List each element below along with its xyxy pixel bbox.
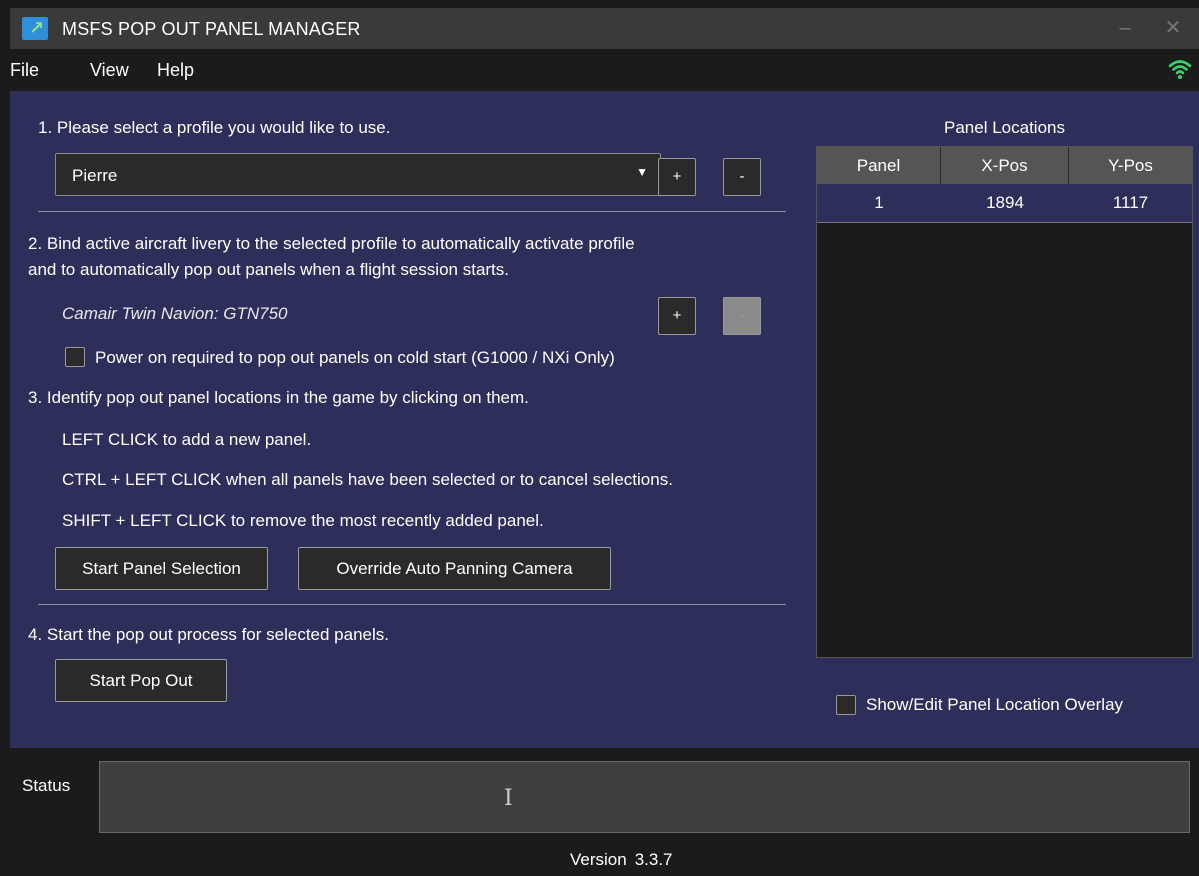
profile-select[interactable]: Pierre ▼ [55,153,661,196]
hint-ctrl-click: CTRL + LEFT CLICK when all panels have b… [62,470,673,489]
window-title: MSFS POP OUT PANEL MANAGER [62,19,361,39]
power-on-checkbox-label: Power on required to pop out panels on c… [95,348,615,367]
app-icon: ↗ [22,17,48,40]
step3-instruction: 3. Identify pop out panel locations in t… [28,388,529,407]
chevron-down-icon: ▼ [636,165,648,179]
row-divider [817,222,1192,223]
hint-left-click: LEFT CLICK to add a new panel. [62,430,312,449]
power-on-checkbox[interactable] [65,347,85,367]
table-header: Panel X-Pos Y-Pos [817,147,1192,184]
override-camera-button[interactable]: Override Auto Panning Camera [298,547,611,590]
wifi-icon [1168,60,1192,79]
add-profile-button[interactable]: + [658,158,696,196]
cell-x-pos: 1894 [986,193,1024,212]
start-popout-button[interactable]: Start Pop Out [55,659,227,702]
step1-instruction: 1. Please select a profile you would lik… [38,118,391,137]
close-button[interactable]: ✕ [1158,14,1188,42]
delete-profile-button[interactable]: - [723,158,761,196]
step2-instruction-line2: and to automatically pop out panels when… [28,260,510,279]
profile-select-value: Pierre [72,166,118,185]
step2-instruction-line1: 2. Bind active aircraft livery to the se… [28,234,635,253]
unbind-livery-button[interactable]: - [723,297,761,335]
status-label: Status [22,776,71,795]
version-number: 3.3.7 [634,850,673,869]
step4-instruction: 4. Start the pop out process for selecte… [28,625,389,644]
hint-shift-click: SHIFT + LEFT CLICK to remove the most re… [62,511,544,530]
divider [38,604,786,605]
start-panel-selection-button[interactable]: Start Panel Selection [55,547,268,590]
overlay-checkbox[interactable] [836,695,856,715]
column-header-y-pos[interactable]: Y-Pos [1069,147,1192,184]
bind-livery-button[interactable]: + [658,297,696,335]
main-panel: 1. Please select a profile you would lik… [10,91,1199,748]
status-textbox[interactable]: I [99,761,1190,833]
column-header-panel[interactable]: Panel [817,147,941,184]
panel-locations-table[interactable]: Panel X-Pos Y-Pos 1 1894 1117 [816,146,1193,658]
table-row[interactable]: 1 1894 1117 [817,184,1192,222]
title-bar: ↗ MSFS POP OUT PANEL MANAGER – ✕ [10,8,1199,49]
minimize-button[interactable]: – [1110,14,1140,42]
cell-panel: 1 [874,193,884,212]
overlay-checkbox-label: Show/Edit Panel Location Overlay [866,695,1124,714]
menu-view[interactable]: View [90,60,129,81]
version-label: Version [570,850,627,869]
cell-y-pos: 1117 [1112,193,1149,212]
version-info: Version 3.3.7 [570,850,673,870]
text-cursor-icon: I [504,786,513,811]
panel-locations-title: Panel Locations [944,118,1065,137]
aircraft-livery-text: Camair Twin Navion: GTN750 [62,304,288,323]
menu-bar: File View Help [10,49,1199,91]
divider [38,211,786,212]
menu-help[interactable]: Help [157,60,194,81]
column-header-x-pos[interactable]: X-Pos [941,147,1069,184]
menu-file[interactable]: File [10,60,39,81]
